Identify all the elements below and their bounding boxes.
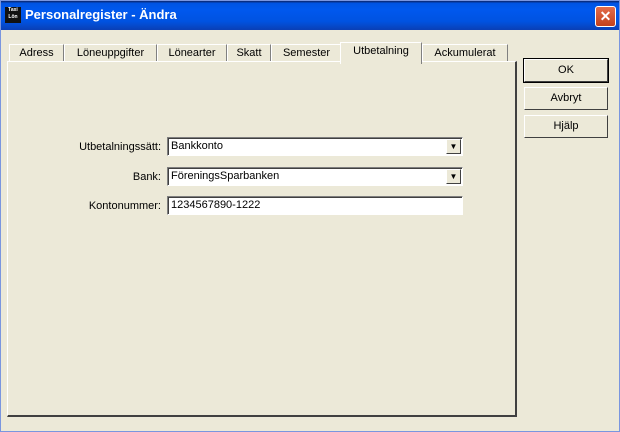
payment-method-value: Bankkonto	[171, 140, 223, 152]
tab-semester[interactable]: Semester	[271, 44, 342, 62]
bank-label: Bank:	[132, 171, 161, 183]
account-number-label: Kontonummer:	[88, 200, 161, 212]
tab-panel-utbetalning	[7, 61, 517, 417]
chevron-down-icon: ▼	[449, 172, 458, 181]
tab-adress[interactable]: Adress	[9, 44, 64, 62]
app-icon-line-1: Taxi	[8, 7, 18, 13]
tab-loneuppgifter[interactable]: Löneuppgifter	[64, 44, 157, 62]
tab-lonearter[interactable]: Lönearter	[157, 44, 227, 62]
title-bar[interactable]: Taxi Lön Personalregister - Ändra ✕	[1, 1, 619, 30]
dialog-window: Taxi Lön Personalregister - Ändra ✕ Adre…	[0, 0, 620, 432]
payment-method-label: Utbetalningssätt:	[79, 141, 161, 153]
chevron-down-icon: ▼	[449, 142, 458, 151]
help-button[interactable]: Hjälp	[524, 115, 608, 138]
cancel-button[interactable]: Avbryt	[524, 87, 608, 110]
taxi-lon-app-icon: Taxi Lön	[5, 7, 21, 23]
close-button[interactable]: ✕	[595, 6, 616, 27]
close-icon: ✕	[599, 8, 612, 24]
tab-skatt[interactable]: Skatt	[227, 44, 271, 62]
account-number-input[interactable]: 1234567890-1222	[167, 196, 463, 215]
bank-value: FöreningsSparbanken	[171, 170, 280, 182]
bank-select[interactable]: FöreningsSparbanken ▼	[167, 167, 463, 186]
tab-utbetalning[interactable]: Utbetalning	[340, 42, 422, 64]
payment-method-select[interactable]: Bankkonto ▼	[167, 137, 463, 156]
payment-method-dropdown-button[interactable]: ▼	[446, 139, 461, 154]
app-icon-line-2: Lön	[8, 14, 18, 20]
window-title: Personalregister - Ändra	[25, 7, 177, 22]
tab-ackumulerat[interactable]: Ackumulerat	[422, 44, 508, 62]
bank-dropdown-button[interactable]: ▼	[446, 169, 461, 184]
ok-button[interactable]: OK	[523, 58, 609, 83]
